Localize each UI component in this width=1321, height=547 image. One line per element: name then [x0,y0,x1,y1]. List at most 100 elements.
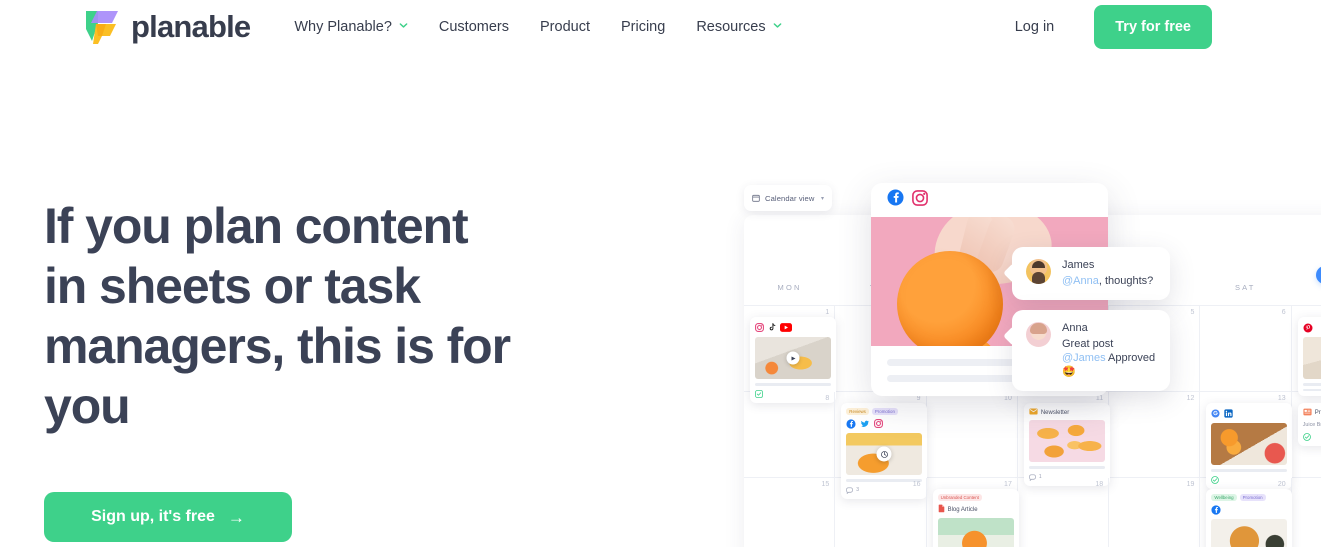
day-number: 9 [916,395,921,402]
calendar-day-cell[interactable]: 16 [835,478,927,547]
post-media-image [1302,337,1321,379]
post-card-pineapple[interactable] [750,317,836,403]
facebook-icon [1211,505,1221,515]
try-for-free-button[interactable]: Try for free [1094,4,1212,49]
nav-item-resources[interactable]: Resources [696,19,781,35]
post-card-press[interactable]: Press Juice Brand [1297,403,1321,446]
calendar-icon [752,194,760,202]
calendar-day-cell[interactable]: 1 [744,306,836,403]
nav-item-label: Resources [696,18,766,35]
preview-channel-icons [871,183,1108,217]
calendar-view-label: Calendar view [765,193,815,203]
day-number: 15 [821,481,830,488]
comment-bubble-james[interactable]: James @Anna, thoughts? [1012,247,1170,300]
post-tag[interactable]: Wellbeing [1211,494,1237,502]
tiktok-icon [768,323,776,332]
post-type-label-text: Blog Article [947,506,978,513]
nav-item-label: Why Planable? [294,18,392,35]
post-type-label: Newsletter [1029,408,1105,417]
calendar-day-cell[interactable]: 7 [1292,306,1321,396]
post-type-label-text: Newsletter [1040,409,1070,416]
day-number: 20 [1277,481,1286,488]
calendar-day-cell[interactable]: 21 [1292,478,1321,547]
day-number: 8 [825,395,830,402]
mention-link[interactable]: @Anna [1062,275,1099,287]
login-link[interactable]: Log in [1015,19,1055,35]
day-header: MON [777,283,802,292]
envelope-icon [1029,408,1038,417]
play-icon[interactable] [786,351,800,365]
calendar-day-cell[interactable]: 15 [744,478,836,547]
planable-logo-icon [82,8,122,46]
signup-button[interactable]: Sign up, it's free → [44,492,292,542]
calendar-day-cell[interactable]: 13 [1200,392,1293,489]
calendar-day-cell[interactable]: 19 [1109,478,1201,547]
calendar-day-cell[interactable]: 8 [744,392,836,477]
comment-text: @Anna, thoughts? [1062,274,1153,288]
comment-author: Anna [1062,322,1088,334]
comment-bubble-anna[interactable]: Anna Great post @James Approved 🤩 [1012,310,1170,391]
chevron-down-icon: ▾ [820,195,824,202]
nav-item-label: Pricing [620,18,666,35]
landing-page: planable Why Planable? Customers Product… [0,0,1321,547]
post-card-blog-article[interactable]: Unbranded Content Blog Article [932,489,1019,547]
post-media-image [1211,519,1288,547]
post-text-placeholder [1302,383,1321,391]
post-text-placeholder [755,383,831,386]
calendar-day-cell[interactable]: 12 [1109,392,1201,477]
youtube-icon [780,323,792,332]
post-media-image [1028,420,1105,462]
post-tag[interactable]: Reviews [846,408,869,416]
post-card-pinterest[interactable] [1297,317,1321,396]
post-tags: Wellbeing Promotion [1211,494,1287,502]
post-card-cutting-board[interactable] [1206,403,1293,489]
calendar-day-cell[interactable]: 10 [927,392,1018,477]
post-media-image [755,337,831,379]
day-header: SAT [1234,283,1256,292]
post-tag[interactable]: Unbranded Content [937,494,982,502]
instagram-icon [912,189,928,211]
chevron-down-icon [399,21,408,30]
day-number: 1 [825,309,830,316]
brand-logo[interactable]: planable [82,8,251,46]
calendar-day-cell[interactable]: 18 [1018,478,1110,547]
mention-link[interactable]: @James [1062,352,1106,364]
calendar-day-cell[interactable]: 6 [1200,306,1292,391]
day-number: 6 [1281,309,1286,316]
day-number: 5 [1190,309,1195,316]
page-title: If you plan content in sheets or task ma… [44,198,511,434]
comment-author: James [1062,259,1095,271]
calendar-day-cell[interactable]: 11 Newsletter 1 [1018,392,1110,486]
signup-button-label: Sign up, it's free [91,508,215,525]
comment-text: Great post @James Approved 🤩 [1062,337,1156,379]
post-text-placeholder [1028,466,1105,469]
approved-status-icon [1302,428,1311,446]
comment-body: James @Anna, thoughts? [1062,259,1153,288]
orange-fruit-shape [897,251,1003,346]
nav-item-why-planable[interactable]: Why Planable? [294,19,408,35]
calendar-week-row: 15 16 17 Unbranded Content Blog Article … [744,477,1321,547]
calendar-day-cell[interactable]: 20 Wellbeing Promotion [1200,478,1293,547]
channel-icons [755,322,831,333]
post-tag[interactable]: Promotion [1239,494,1266,502]
calendar-view-selector[interactable]: Calendar view ▾ [744,185,832,211]
post-type-label: Press [1303,408,1321,418]
post-text-placeholder [1211,469,1288,472]
post-tags: Unbranded Content [937,494,1014,502]
post-card-newsletter[interactable]: Newsletter 1 [1023,403,1110,486]
calendar-day-cell[interactable]: 9 Reviews Promotion 3 [835,392,928,499]
nav-item-product[interactable]: Product [540,19,590,35]
post-card-coffee[interactable]: Wellbeing Promotion [1206,489,1293,547]
nav-item-customers[interactable]: Customers [439,19,509,35]
instagram-icon [755,323,764,332]
comment-text-start: Great post [1062,338,1114,350]
linkedin-icon [1224,409,1234,418]
post-tag[interactable]: Promotion [871,408,898,416]
press-release-icon [1303,408,1312,418]
channel-icons [1211,504,1287,515]
calendar-day-cell[interactable]: 17 Unbranded Content Blog Article [927,478,1019,547]
calendar-day-cell[interactable]: 14 Press Juice Brand [1292,392,1321,477]
location-pin-icon[interactable] [876,446,892,462]
day-number: 19 [1186,481,1195,488]
nav-item-pricing[interactable]: Pricing [621,19,665,35]
